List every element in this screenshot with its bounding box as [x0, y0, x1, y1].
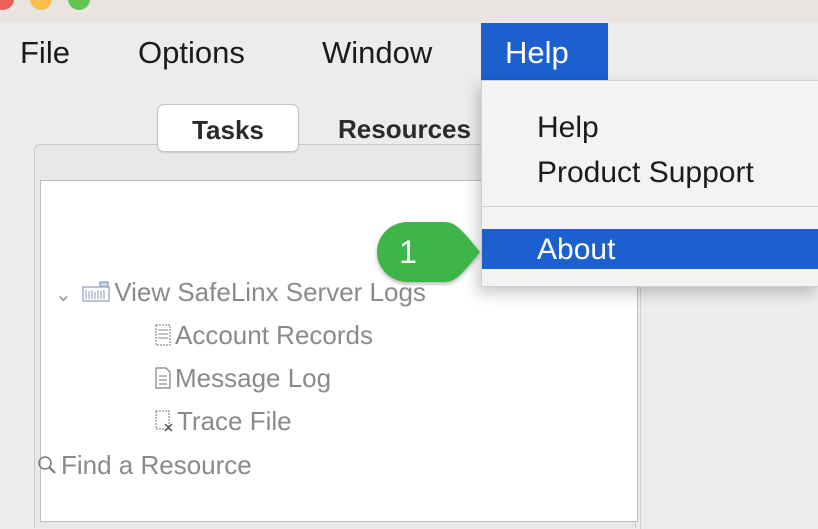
tree-item-find-resource[interactable]: Find a Resource [37, 445, 252, 485]
tree-item-view-logs[interactable]: ⌄ View SafeLinx Server Logs [55, 272, 426, 312]
tree-item-account-records[interactable]: Account Records [155, 315, 373, 355]
tree-item-label: Account Records [175, 320, 373, 350]
minimize-window-button[interactable] [30, 0, 52, 10]
close-window-button[interactable] [0, 0, 14, 10]
zoom-window-button[interactable] [68, 0, 90, 10]
callout-number: 1 [399, 234, 417, 270]
chevron-down-icon[interactable]: ⌄ [55, 275, 75, 315]
menu-item-about[interactable]: About [482, 229, 818, 269]
menu-item-product-support[interactable]: Product Support [482, 152, 818, 192]
tab-tasks[interactable]: Tasks [157, 104, 299, 152]
menu-window[interactable]: Window [312, 23, 442, 80]
menu-item-help[interactable]: Help [482, 107, 818, 147]
window-titlebar [0, 0, 818, 22]
help-dropdown-menu: Help Product Support About [481, 80, 818, 287]
tree-item-label: Find a Resource [61, 450, 252, 480]
tree-item-label: Trace File [177, 406, 292, 436]
tab-resources[interactable]: Resources [338, 104, 498, 152]
menu-separator [482, 206, 818, 207]
menu-file[interactable]: File [10, 23, 80, 80]
document-grid-icon [155, 317, 171, 357]
menu-help[interactable]: Help [481, 23, 608, 80]
menu-bar: File Options Window Help [0, 23, 818, 81]
log-viewer-icon [82, 274, 110, 314]
trace-file-icon [155, 403, 173, 443]
tree-item-trace-file[interactable]: Trace File [155, 401, 292, 441]
tree-item-message-log[interactable]: Message Log [155, 358, 331, 398]
step-callout-marker: 1 [374, 220, 484, 286]
tree-item-label: Message Log [175, 363, 332, 393]
menu-options[interactable]: Options [128, 23, 255, 80]
magnifier-icon [37, 447, 57, 487]
document-icon [155, 360, 171, 400]
